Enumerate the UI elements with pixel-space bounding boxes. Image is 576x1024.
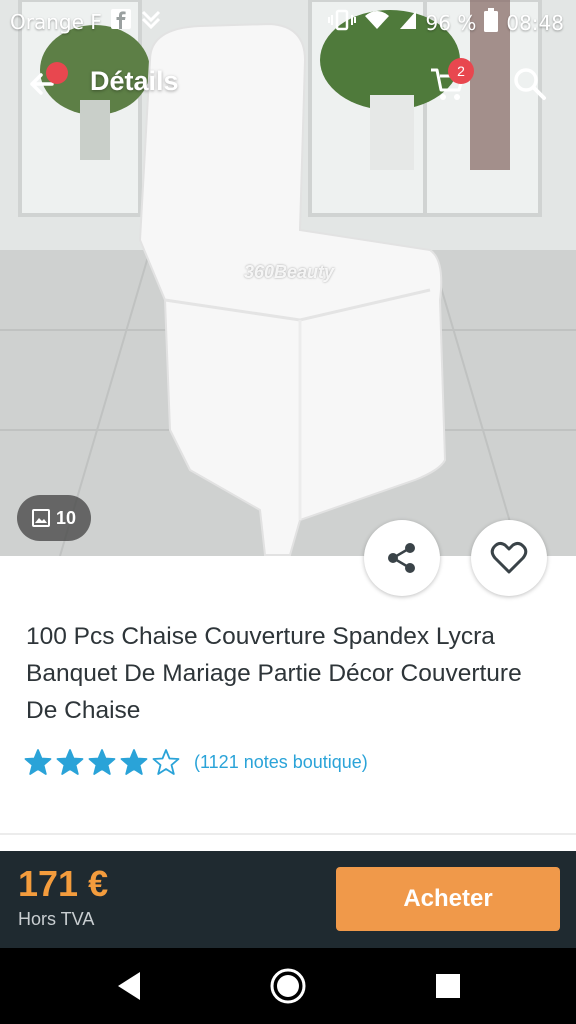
divider xyxy=(0,833,576,835)
notification-icon xyxy=(140,8,162,35)
battery-icon xyxy=(484,8,499,37)
price: 171 € xyxy=(18,863,109,904)
rating-count-link[interactable]: (1121 notes boutique) xyxy=(194,752,368,773)
status-bar: Orange F 96 % 08:48 xyxy=(0,0,576,40)
vibrate-icon xyxy=(327,9,356,36)
image-icon xyxy=(31,509,50,527)
notification-dot xyxy=(46,62,68,84)
wifi-icon xyxy=(364,9,390,36)
nav-back-button[interactable] xyxy=(112,968,148,1004)
tax-note: Hors TVA xyxy=(18,909,95,929)
rating[interactable]: (1121 notes boutique) xyxy=(24,748,368,776)
clock: 08:48 xyxy=(506,10,564,35)
wishlist-button[interactable] xyxy=(471,520,547,596)
circle-home-icon xyxy=(270,968,306,1004)
image-count: 10 xyxy=(55,507,77,528)
facebook-icon xyxy=(110,8,132,35)
page-title: Détails xyxy=(90,66,179,96)
signal-icon xyxy=(398,9,418,36)
product-title: 100 Pcs Chaise Couverture Spandex Lycra … xyxy=(26,623,522,724)
star-rating xyxy=(24,748,180,776)
search-button[interactable] xyxy=(510,64,554,108)
buy-button[interactable]: Acheter xyxy=(336,867,560,931)
image-count-chip[interactable]: 10 xyxy=(17,495,91,541)
battery-percent: 96 % xyxy=(425,10,477,35)
triangle-back-icon xyxy=(118,972,140,1000)
square-recents-icon xyxy=(436,974,460,998)
star-filled-icon xyxy=(24,749,52,775)
nav-recents-button[interactable] xyxy=(434,972,462,1000)
star-filled-icon xyxy=(88,749,116,775)
search-icon xyxy=(514,68,546,100)
star-filled-icon xyxy=(120,749,148,775)
system-nav-bar xyxy=(0,948,576,1024)
carrier-name: Orange F xyxy=(10,9,102,34)
star-empty-icon xyxy=(152,749,180,775)
purchase-bar: 171 € Hors TVA Acheter xyxy=(0,851,576,948)
share-icon xyxy=(388,543,415,573)
watermark-text: 360Beauty xyxy=(244,262,335,282)
share-button[interactable] xyxy=(364,520,440,596)
nav-home-button[interactable] xyxy=(268,966,308,1006)
cart-badge: 2 xyxy=(448,58,474,84)
app-bar: Détails xyxy=(0,56,576,112)
star-filled-icon xyxy=(56,749,84,775)
heart-icon xyxy=(490,541,528,574)
